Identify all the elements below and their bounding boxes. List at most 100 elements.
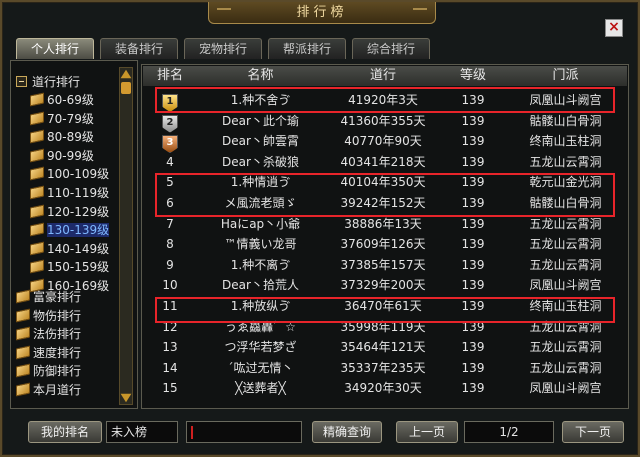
tree-level-item[interactable]: 140-149级 <box>30 241 109 258</box>
scroll-up-icon[interactable] <box>120 69 132 79</box>
book-icon <box>30 241 44 256</box>
tree-category-label: 富豪排行 <box>33 290 82 304</box>
search-input[interactable] <box>186 421 302 443</box>
tree-category-item[interactable]: 富豪排行 <box>16 289 81 306</box>
tree-level-item[interactable]: 70-79级 <box>30 111 94 128</box>
tree-level-label: 60-69级 <box>47 93 94 107</box>
tree-level-label: 90-99级 <box>47 148 94 163</box>
dao-cell: 35464年121天 <box>340 340 426 355</box>
tree-scrollbar[interactable] <box>119 67 133 405</box>
rank-medal-cell: 2 <box>145 111 195 133</box>
tree-category-label: 速度排行 <box>33 345 82 360</box>
my-rank-button[interactable]: 我的排名 <box>28 421 102 443</box>
tree-category-item[interactable]: 速度排行 <box>16 345 81 362</box>
school-cell: 五龙山云霄洞 <box>529 257 602 272</box>
table-row[interactable]: 15 ╳送葬者╳ 34920年30天 139 凤凰山斗阙宫 <box>143 378 627 398</box>
name-cell: ╳送葬者╳ <box>235 381 286 396</box>
tree-category-label: 防御排行 <box>33 364 82 379</box>
level-cell: 139 <box>461 237 485 252</box>
tree-category-label: 物伤排行 <box>33 308 82 323</box>
tree-level-item[interactable]: 90-99级 <box>30 148 94 165</box>
rank-cell: 9 <box>166 257 174 272</box>
collapse-icon[interactable] <box>16 76 27 87</box>
dao-cell: 37385年157天 <box>340 257 426 272</box>
book-icon <box>30 185 44 200</box>
book-icon <box>30 204 44 219</box>
tree-level-item[interactable]: 80-89级 <box>30 129 94 146</box>
tree-level-item[interactable]: 110-119级 <box>30 185 109 202</box>
next-page-button[interactable]: 下一页 <box>562 421 624 443</box>
table-row[interactable]: 9 1.种不离ゔ 37385年157天 139 五龙山云霄洞 <box>143 255 627 275</box>
window-title: 排行榜 <box>208 2 436 24</box>
tree-level-label: 130-139级 <box>47 223 110 238</box>
tree-category-label: 法伤排行 <box>33 327 82 342</box>
highlight-box-rank-11 <box>155 297 615 323</box>
rank-cell: 10 <box>162 278 178 293</box>
level-cell: 139 <box>461 113 485 128</box>
book-icon <box>16 289 30 304</box>
tree-level-item[interactable]: 130-139级 <box>30 222 110 239</box>
tree-level-label: 120-129级 <box>47 204 110 219</box>
tree-level-item[interactable]: 60-69级 <box>30 92 94 109</box>
tree-root-dao[interactable]: 道行排行 <box>16 74 80 91</box>
header-name: 名称 <box>247 68 274 83</box>
text-caret <box>191 426 193 439</box>
level-cell: 139 <box>461 257 485 272</box>
tree-level-label: 150-159级 <box>47 260 110 275</box>
name-cell: ˊ吰过无情丶 <box>227 360 294 375</box>
tree-level-label: 70-79级 <box>47 111 94 126</box>
tree-level-label: 140-149级 <box>47 241 110 256</box>
name-cell: ™情義い龙哥 <box>224 237 297 252</box>
table-row[interactable]: 10 Dear丶拾荒人 37329年200天 139 凤凰山斗阙宫 <box>143 275 627 295</box>
tree-category-item[interactable]: 本月道行 <box>16 382 81 399</box>
tree-level-item[interactable]: 150-159级 <box>30 259 109 276</box>
table-row[interactable]: 4 Dear丶杀破狼 40341年218天 139 五龙山云霄洞 <box>143 152 627 172</box>
book-icon <box>30 92 44 107</box>
tab-equipment[interactable]: 装备排行 <box>100 38 178 59</box>
tree-category-item[interactable]: 法伤排行 <box>16 326 81 343</box>
level-cell: 139 <box>461 154 485 169</box>
school-cell: 凤凰山斗阙宫 <box>529 381 602 396</box>
tree-category-item[interactable]: 防御排行 <box>16 363 81 380</box>
rank-medal-icon: 3 <box>162 135 178 154</box>
prev-page-button[interactable]: 上一页 <box>396 421 458 443</box>
tab-overall[interactable]: 综合排行 <box>352 38 430 59</box>
close-button[interactable]: × <box>605 19 623 37</box>
rank-cell: 4 <box>166 154 174 169</box>
scroll-down-icon[interactable] <box>120 393 132 403</box>
rank-cell: 8 <box>166 237 174 252</box>
rank-cell: 13 <box>162 340 178 355</box>
tree-level-item[interactable]: 120-129级 <box>30 204 109 221</box>
header-dao: 道行 <box>369 68 396 83</box>
table-header: 排名 名称 道行 等级 门派 <box>143 66 627 86</box>
table-row[interactable]: 13 つ浮华若梦ざ 35464年121天 139 五龙山云霄洞 <box>143 337 627 357</box>
dao-cell: 34920年30天 <box>344 381 422 396</box>
table-row[interactable]: 8 ™情義い龙哥 37609年126天 139 五龙山云霄洞 <box>143 234 627 254</box>
dao-cell: 35337年235天 <box>340 360 426 375</box>
book-icon <box>30 129 44 144</box>
dao-cell: 41360年355天 <box>340 113 426 128</box>
rank-medal-icon: 2 <box>162 114 178 133</box>
dao-cell: 40341年218天 <box>340 154 426 169</box>
level-cell: 139 <box>461 340 485 355</box>
exact-search-button[interactable]: 精确查询 <box>312 421 382 443</box>
level-cell: 139 <box>461 134 485 149</box>
dao-cell: 37329年200天 <box>340 278 426 293</box>
header-school: 门派 <box>552 68 579 83</box>
tab-pet[interactable]: 宠物排行 <box>184 38 262 59</box>
scroll-thumb[interactable] <box>121 82 131 94</box>
name-cell: Dear丶此个瑜 <box>222 113 299 128</box>
tab-guild[interactable]: 帮派排行 <box>268 38 346 59</box>
level-cell: 139 <box>461 381 485 396</box>
table-row[interactable]: 14 ˊ吰过无情丶 35337年235天 139 五龙山云霄洞 <box>143 358 627 378</box>
book-icon <box>16 363 30 378</box>
tab-personal[interactable]: 个人排行 <box>16 38 94 59</box>
highlight-box-rank-1 <box>155 87 615 113</box>
table-row[interactable]: 2 Dear丶此个瑜 41360年355天 139 骷髅山白骨洞 <box>143 111 627 133</box>
school-cell: 骷髅山白骨洞 <box>529 113 602 128</box>
table-row[interactable]: 3 Dear丶帥雲霄 40770年90天 139 终南山玉柱洞 <box>143 131 627 154</box>
rank-medal-cell: 3 <box>145 131 195 154</box>
tree-category-item[interactable]: 物伤排行 <box>16 308 81 325</box>
book-icon <box>16 326 30 341</box>
tree-level-item[interactable]: 100-109级 <box>30 166 109 183</box>
